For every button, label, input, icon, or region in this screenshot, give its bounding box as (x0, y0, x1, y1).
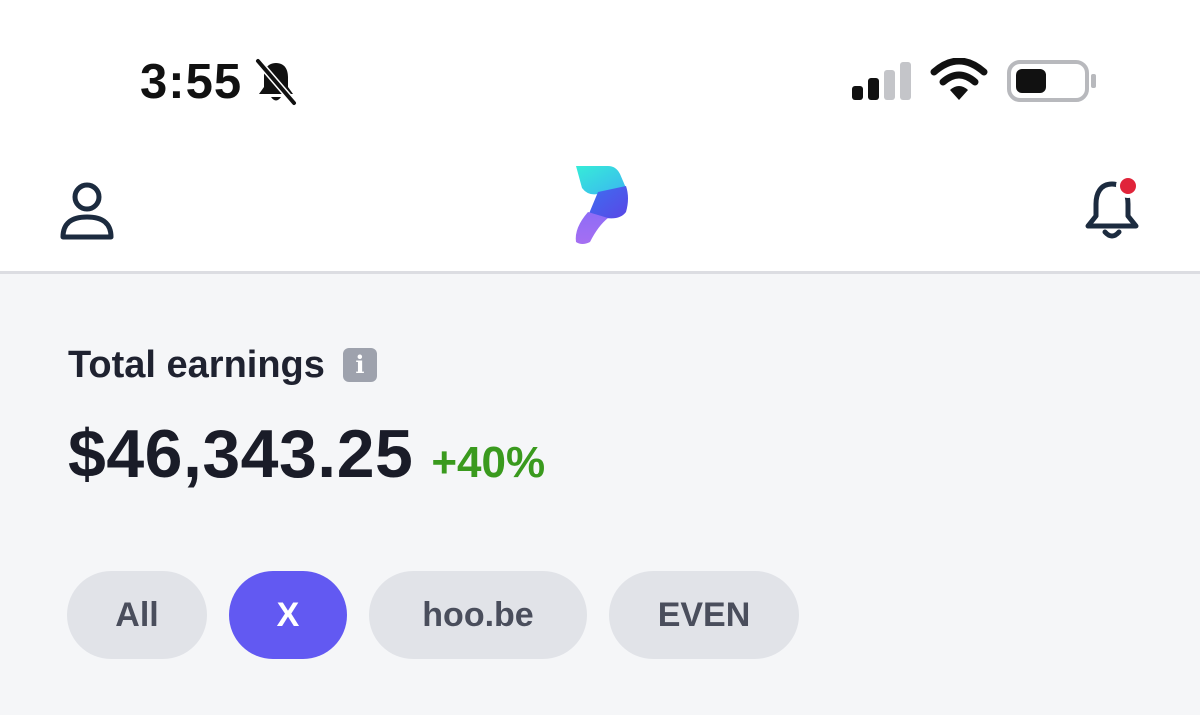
battery-icon (1007, 60, 1096, 102)
platform-filter-row: All X hoo.be EVEN (67, 571, 799, 659)
bell-icon[interactable] (1082, 172, 1148, 244)
notification-dot (1116, 174, 1140, 198)
filter-chip-hoo-be[interactable]: hoo.be (369, 571, 587, 659)
status-time: 3:55 (140, 55, 243, 109)
app-logo (575, 166, 628, 244)
total-earnings-label: Total earnings (68, 344, 325, 386)
filter-chip-x[interactable]: X (229, 571, 347, 659)
profile-icon[interactable] (56, 180, 118, 244)
nav-header (0, 150, 1200, 274)
earnings-change: +40% (431, 438, 546, 487)
earnings-label-row: Total earnings i (68, 340, 377, 390)
status-bar: 3:55 (0, 0, 1200, 150)
info-icon[interactable]: i (342, 348, 377, 382)
earnings-amount: $46,343.25 (68, 416, 414, 492)
status-time-group: 3:55 (140, 52, 298, 112)
wifi-icon (930, 58, 988, 100)
earnings-amount-row: $46,343.25 +40% (68, 414, 545, 503)
filter-chip-all[interactable]: All (67, 571, 207, 659)
filter-chip-even[interactable]: EVEN (609, 571, 799, 659)
cellular-signal-icon (852, 62, 911, 100)
earnings-panel: Total earnings i $46,343.25 +40% All X h… (0, 274, 1200, 715)
bell-slash-icon (255, 58, 297, 106)
